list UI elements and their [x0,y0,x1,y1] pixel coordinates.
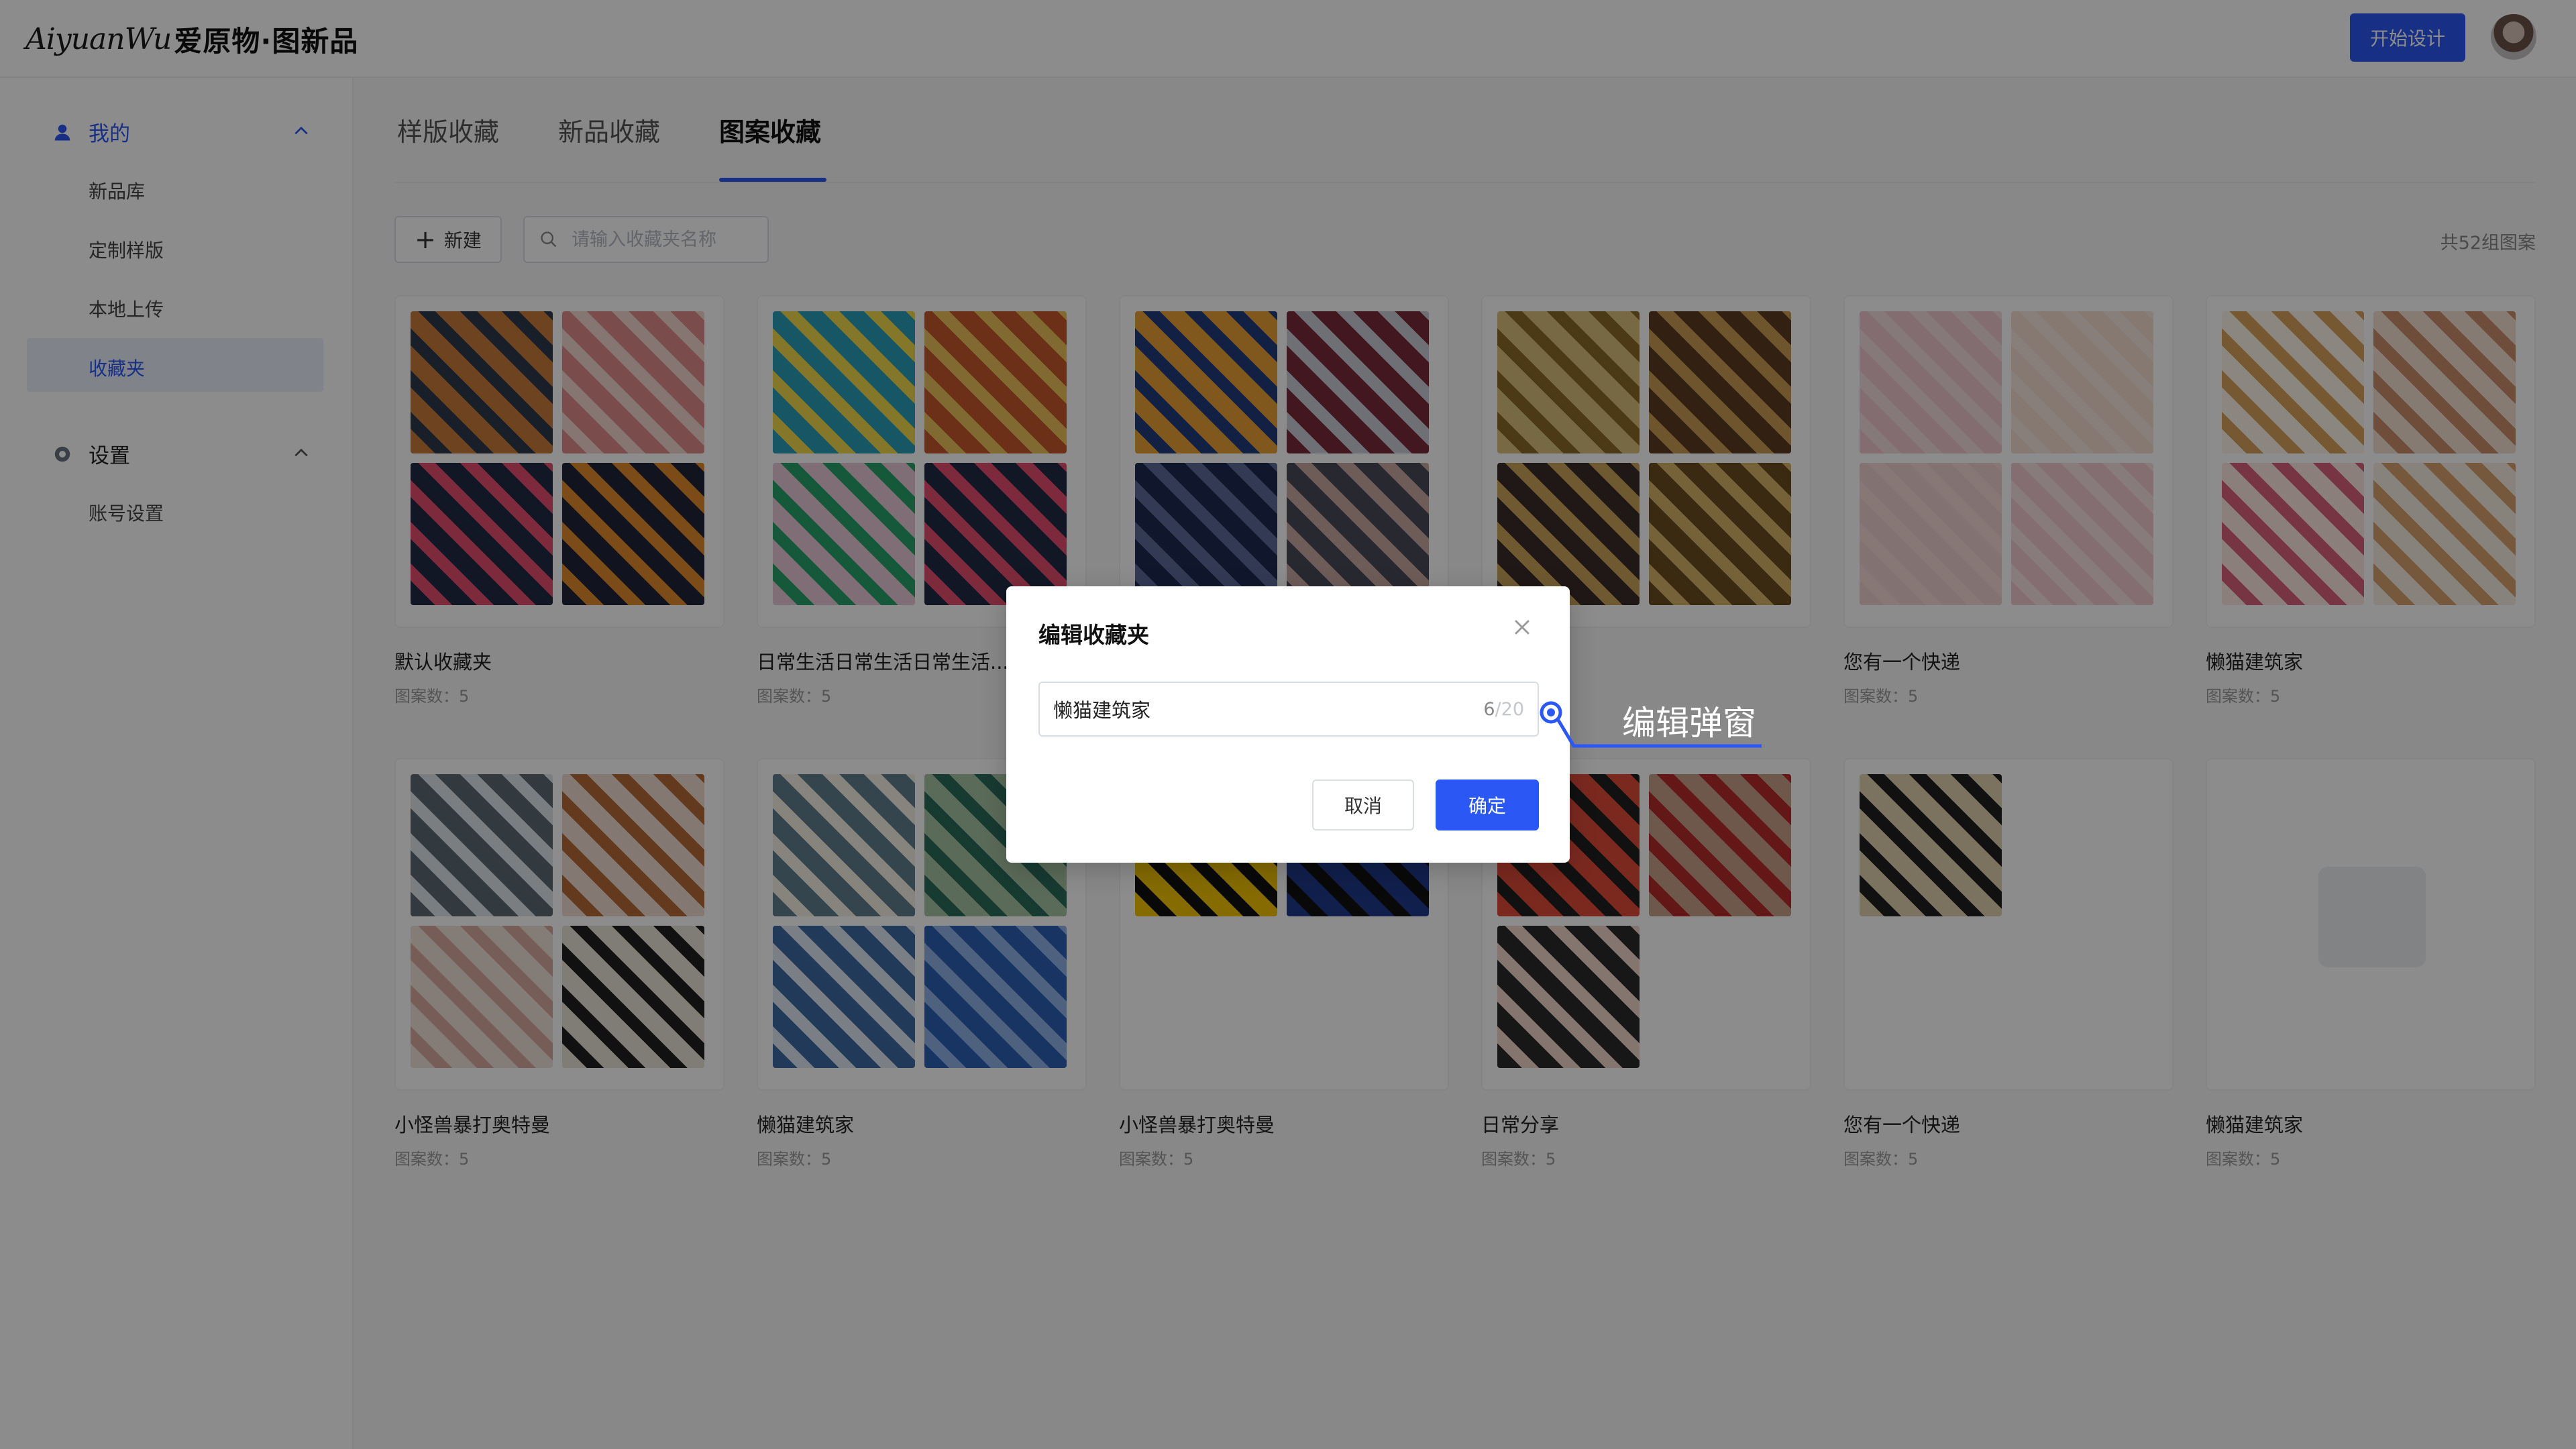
folder-name-input[interactable] [1053,698,1484,720]
annotation-label: 编辑弹窗 [1622,704,1756,743]
cancel-button[interactable]: 取消 [1312,780,1414,830]
char-max: /20 [1495,698,1524,720]
close-icon[interactable] [1511,616,1534,639]
app-root: AiyuanWu 爱原物·图新品 开始设计 我的 新品库 定制样版 本地上传 收… [0,0,2576,1449]
folder-name-field[interactable]: 6/20 [1038,682,1539,737]
dialog-title: 编辑收藏夹 [1038,622,1149,648]
char-counter: 6/20 [1483,699,1524,720]
char-current: 6 [1483,698,1495,720]
edit-folder-dialog: 编辑收藏夹 6/20 取消 确定 [1006,586,1570,863]
confirm-button[interactable]: 确定 [1436,780,1539,830]
